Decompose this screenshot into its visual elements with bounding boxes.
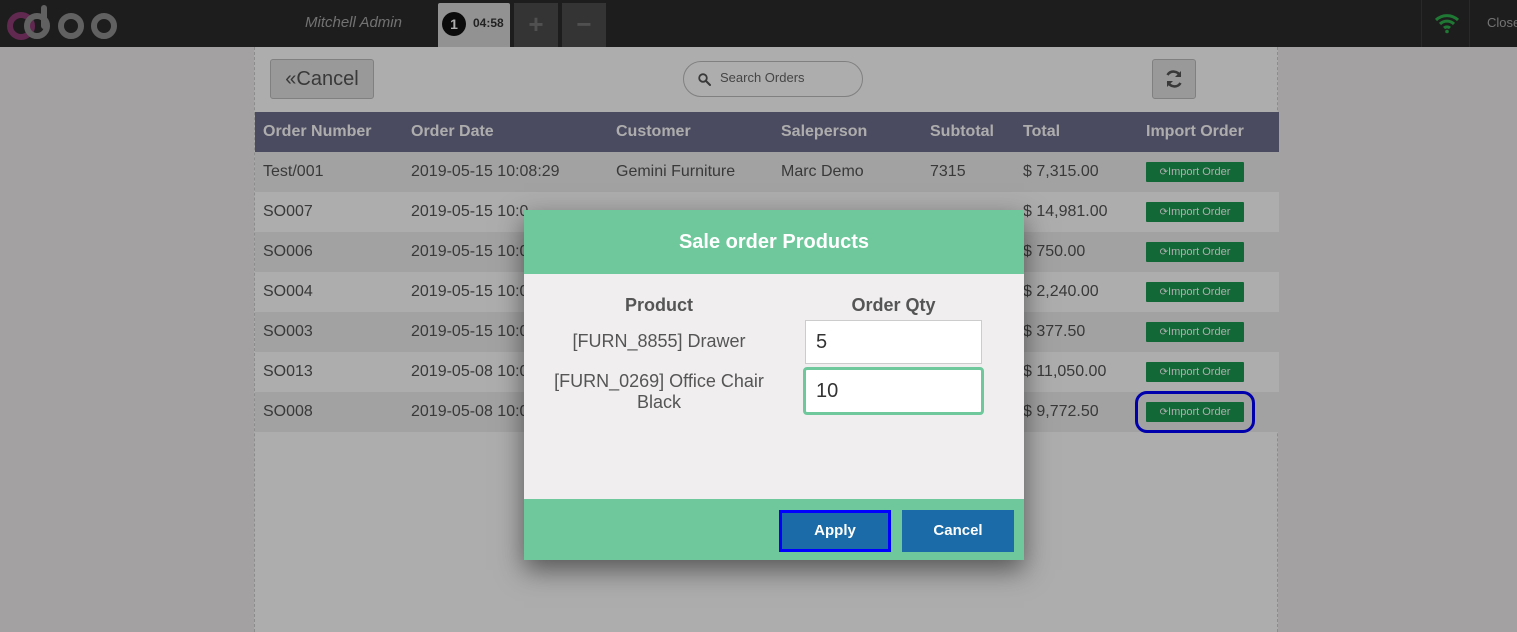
apply-button[interactable]: Apply xyxy=(779,510,891,552)
order-qty-input[interactable] xyxy=(805,320,982,364)
modal-title: Sale order Products xyxy=(524,210,1024,274)
sale-order-products-modal: Sale order Products Product Order Qty [F… xyxy=(524,210,1024,560)
modal-cancel-button[interactable]: Cancel xyxy=(902,510,1014,552)
product-column-header: Product xyxy=(624,295,693,315)
order-qty-column-header: Order Qty xyxy=(851,295,936,315)
product-name: [FURN_8855] Drawer xyxy=(572,331,746,351)
order-qty-input[interactable] xyxy=(803,367,984,415)
modal-footer: Apply Cancel xyxy=(524,499,1024,560)
product-name: [FURN_0269] Office Chair Black xyxy=(554,371,764,412)
